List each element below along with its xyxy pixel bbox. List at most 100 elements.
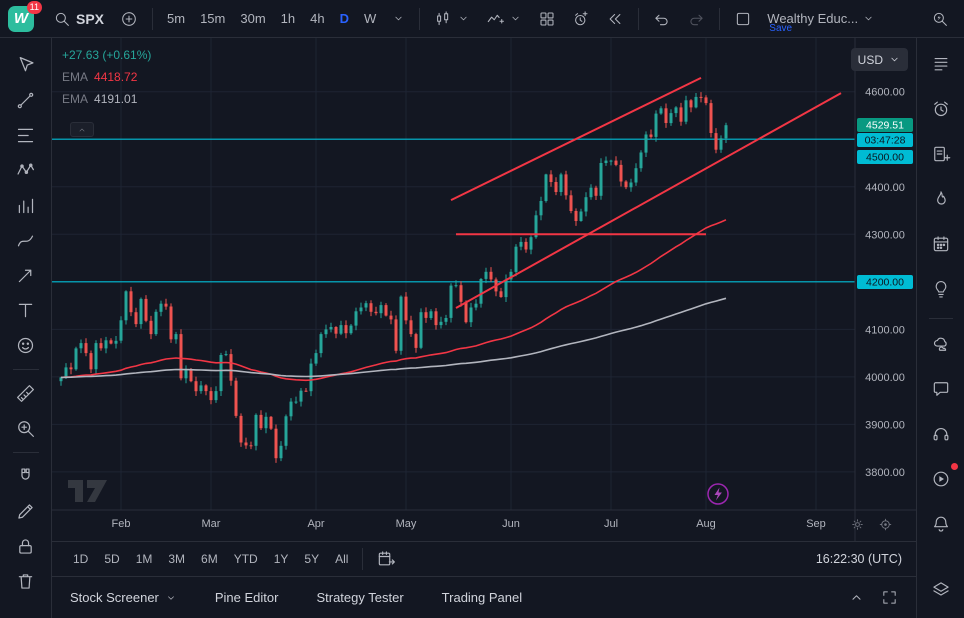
notification-count-badge: 11 (27, 1, 42, 14)
tab-trading-panel[interactable]: Trading Panel (442, 590, 522, 605)
timeframe-4h[interactable]: 4h (303, 6, 331, 32)
pattern-icon (15, 160, 36, 181)
create-alert-button[interactable] (565, 5, 597, 33)
redo-button[interactable] (680, 5, 712, 33)
svg-text:4300.00: 4300.00 (865, 229, 905, 241)
plus-circle-icon (120, 10, 138, 28)
note-plus-sidebar-button[interactable] (925, 138, 957, 170)
chart-panel: FebMarAprMayJunJulAugSep4600.004400.0043… (52, 38, 916, 618)
chart-style-button[interactable] (427, 5, 477, 33)
chevron-down-icon (888, 53, 901, 66)
svg-text:4000.00: 4000.00 (865, 372, 905, 384)
tab-pine-editor[interactable]: Pine Editor (215, 590, 279, 605)
go-to-date-icon[interactable] (376, 549, 396, 569)
svg-text:4100.00: 4100.00 (865, 324, 905, 336)
saved-layout-button[interactable]: Wealthy Educ... Save (761, 0, 881, 38)
magnet-tool-button[interactable] (9, 461, 43, 491)
zoom-tool-button[interactable] (9, 413, 43, 443)
quick-search-icon (931, 10, 949, 28)
headset-sidebar-button[interactable] (925, 418, 957, 450)
top-toolbar: W 11 SPX 5m15m30m1h4hDW Wealthy Educ. (0, 0, 964, 38)
undo-button[interactable] (646, 5, 678, 33)
legend-collapse-button[interactable] (70, 122, 94, 137)
range-all[interactable]: All (328, 547, 355, 571)
save-layout-link[interactable]: Save (769, 23, 792, 34)
layout-select-button[interactable] (727, 5, 759, 33)
panel-expand-chevron-icon[interactable] (848, 589, 865, 606)
compare-add-button[interactable] (113, 5, 145, 33)
lock-tool-button[interactable] (9, 531, 43, 561)
emoji-icon (15, 335, 36, 356)
range-6m[interactable]: 6M (194, 547, 225, 571)
clock-sidebar-button[interactable] (925, 93, 957, 125)
timeframe-15m[interactable]: 15m (193, 6, 232, 32)
text-tool-button[interactable] (9, 295, 43, 325)
live-stream-dot (951, 463, 958, 470)
arrow-up-right-icon (15, 265, 36, 286)
search-icon (53, 10, 71, 28)
toolbar-group-divider (13, 452, 39, 453)
layout-grid-button[interactable] (531, 5, 563, 33)
panel-fullscreen-icon[interactable] (881, 589, 898, 606)
layers-sidebar-button[interactable] (925, 574, 957, 606)
arrow-up-right-tool-button[interactable] (9, 260, 43, 290)
fib-tool-button[interactable] (9, 120, 43, 150)
range-1d[interactable]: 1D (66, 547, 95, 571)
timeframe-1h[interactable]: 1h (274, 6, 302, 32)
trend-line-tool-button[interactable] (9, 85, 43, 115)
scale-reset-target-icon[interactable] (878, 517, 893, 532)
chevron-up-icon (77, 125, 87, 135)
pattern-tool-button[interactable] (9, 155, 43, 185)
timeframe-30m[interactable]: 30m (233, 6, 272, 32)
alert-clock-icon (572, 10, 590, 28)
bell-icon (931, 514, 951, 534)
ruler-tool-button[interactable] (9, 378, 43, 408)
flame-sidebar-button[interactable] (925, 183, 957, 215)
svg-text:Aug: Aug (696, 518, 716, 530)
cursor-tool-button[interactable] (9, 50, 43, 80)
indicators-button[interactable] (479, 5, 529, 33)
play-circle-sidebar-button[interactable] (925, 463, 957, 495)
range-ytd[interactable]: YTD (227, 547, 265, 571)
range-1y[interactable]: 1Y (267, 547, 296, 571)
emoji-tool-button[interactable] (9, 330, 43, 360)
lock-icon (15, 536, 36, 557)
note-plus-icon (931, 144, 951, 164)
calendar-grid-sidebar-button[interactable] (925, 228, 957, 260)
range-1m[interactable]: 1M (129, 547, 160, 571)
chat-sidebar-button[interactable] (925, 373, 957, 405)
svg-text:4500.00: 4500.00 (866, 152, 904, 164)
pane-settings-gear-icon[interactable] (850, 517, 865, 532)
app-logo[interactable]: W 11 (8, 6, 34, 32)
quick-search-button[interactable] (924, 5, 956, 33)
currency-select[interactable]: USD (851, 48, 908, 71)
sidebar-group-divider (929, 318, 953, 319)
range-5y[interactable]: 5Y (297, 547, 326, 571)
bell-sidebar-button[interactable] (925, 508, 957, 540)
tab-stock-screener[interactable]: Stock Screener (70, 590, 177, 605)
bulb-sidebar-button[interactable] (925, 273, 957, 305)
timeframe-W[interactable]: W (357, 6, 383, 32)
svg-text:Mar: Mar (202, 518, 221, 530)
forecast-tool-button[interactable] (9, 190, 43, 220)
tab-label: Pine Editor (215, 590, 279, 605)
svg-text:03:47:28: 03:47:28 (865, 135, 906, 147)
chart-canvas[interactable]: FebMarAprMayJunJulAugSep4600.004400.0043… (52, 38, 916, 541)
symbol-search-button[interactable]: SPX (46, 5, 111, 33)
watchlist-sidebar-button[interactable] (925, 48, 957, 80)
chevron-down-icon (509, 12, 522, 25)
timeframe-D[interactable]: D (333, 6, 356, 32)
trash-tool-button[interactable] (9, 566, 43, 596)
range-3m[interactable]: 3M (161, 547, 192, 571)
timeframe-more-button[interactable] (385, 5, 412, 33)
range-divider (362, 548, 363, 570)
range-5d[interactable]: 5D (97, 547, 126, 571)
tab-strategy-tester[interactable]: Strategy Tester (316, 590, 403, 605)
clouds-sidebar-button[interactable] (925, 328, 957, 360)
timeframe-5m[interactable]: 5m (160, 6, 192, 32)
watchlist-icon (931, 54, 951, 74)
brush-tool-button[interactable] (9, 225, 43, 255)
pencil-tool-button[interactable] (9, 496, 43, 526)
bar-replay-button[interactable] (599, 5, 631, 33)
trash-icon (15, 571, 36, 592)
